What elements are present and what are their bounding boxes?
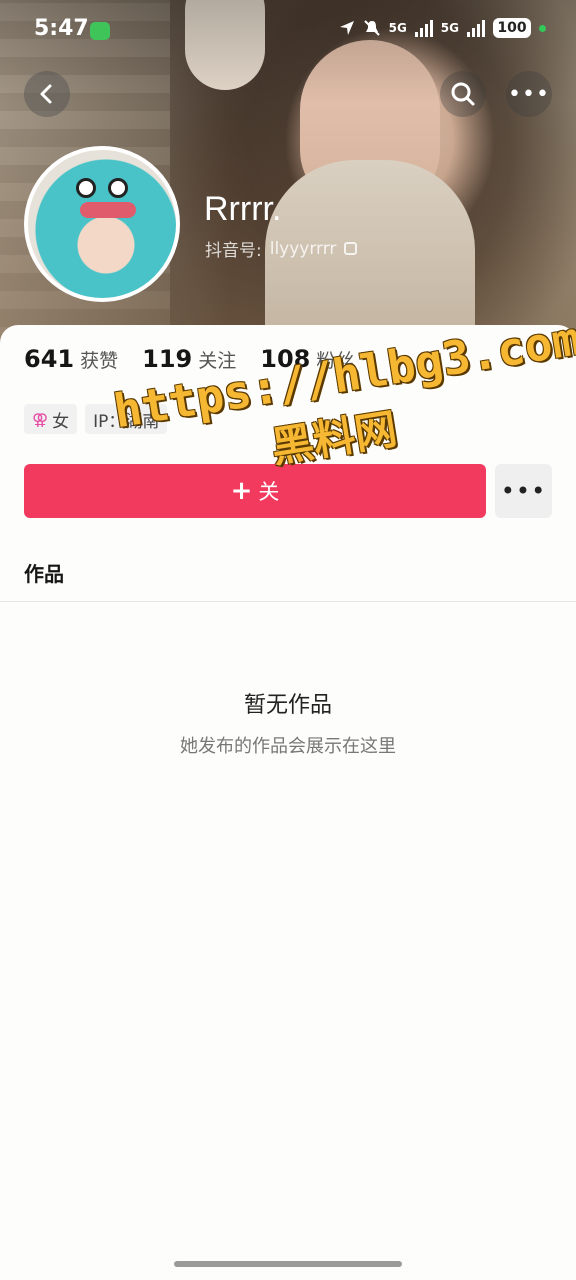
follow-button[interactable]: + 关 [24, 464, 486, 518]
copy-icon[interactable] [344, 242, 358, 255]
chevron-left-icon [40, 84, 52, 104]
more-dots-icon: ••• [508, 81, 550, 107]
more-dots-icon: ••• [500, 477, 547, 505]
battery-icon: 100 [493, 18, 531, 38]
tab-works[interactable]: 作品 [24, 558, 64, 587]
privacy-dot-icon [539, 24, 546, 32]
wechat-icon [90, 22, 110, 40]
stat-followers[interactable]: 108 粉丝 [260, 345, 354, 373]
location-arrow-icon [339, 21, 354, 35]
stat-value: 108 [260, 345, 311, 373]
empty-state-subtitle: 她发布的作品会展示在这里 [180, 736, 396, 757]
follow-label: 关 [258, 480, 280, 504]
stat-likes[interactable]: 641 获赞 [24, 345, 118, 373]
status-bar: 5:47 5G 5G 100 [0, 0, 576, 62]
profile-more-button[interactable]: ••• [495, 464, 552, 518]
mute-bell-icon [363, 20, 380, 36]
plus-icon: + [230, 476, 253, 506]
douyin-id-value: llyyyrrrr [269, 238, 337, 259]
status-icons: 5G 5G 100 [339, 18, 546, 38]
signal-icon [414, 19, 433, 37]
douyin-id-label: 抖音号: [205, 241, 262, 261]
more-options-button[interactable]: ••• [506, 71, 552, 117]
avatar[interactable] [24, 146, 180, 302]
avatar-beak [80, 202, 136, 218]
signal-icon-2 [467, 19, 485, 37]
stat-label: 关注 [198, 350, 237, 372]
home-indicator[interactable] [174, 1261, 402, 1267]
status-time: 5:47 [34, 16, 89, 41]
search-icon [451, 82, 475, 106]
female-icon: ⚢ [32, 409, 49, 429]
profile-tags: ⚢ 女 IP：湖南 [24, 404, 168, 434]
search-button[interactable] [440, 71, 486, 117]
profile-nickname: Rrrrr. [204, 190, 282, 228]
back-button[interactable] [24, 71, 70, 117]
stat-value: 119 [142, 345, 193, 373]
network-5g-label-2: 5G [440, 21, 459, 35]
profile-stats: 641 获赞 119 关注 108 粉丝 [24, 345, 354, 373]
stat-label: 获赞 [80, 350, 119, 372]
ip-label: IP：湖南 [93, 411, 160, 432]
stat-value: 641 [24, 345, 75, 373]
stat-following[interactable]: 119 关注 [142, 345, 236, 373]
network-5g-label: 5G [388, 21, 407, 35]
douyin-id[interactable]: 抖音号: llyyyrrrr [205, 236, 358, 261]
stat-label: 粉丝 [316, 350, 355, 372]
empty-state-title: 暂无作品 [243, 693, 332, 718]
avatar-eye [108, 178, 128, 198]
gender-label: 女 [52, 411, 70, 432]
ip-tag: IP：湖南 [85, 404, 168, 434]
tab-divider [0, 601, 576, 602]
gender-tag: ⚢ 女 [24, 404, 78, 434]
profile-card: 641 获赞 119 关注 108 粉丝 ⚢ 女 IP：湖南 + 关 ••• 作… [0, 325, 576, 1280]
avatar-eye [76, 178, 96, 198]
